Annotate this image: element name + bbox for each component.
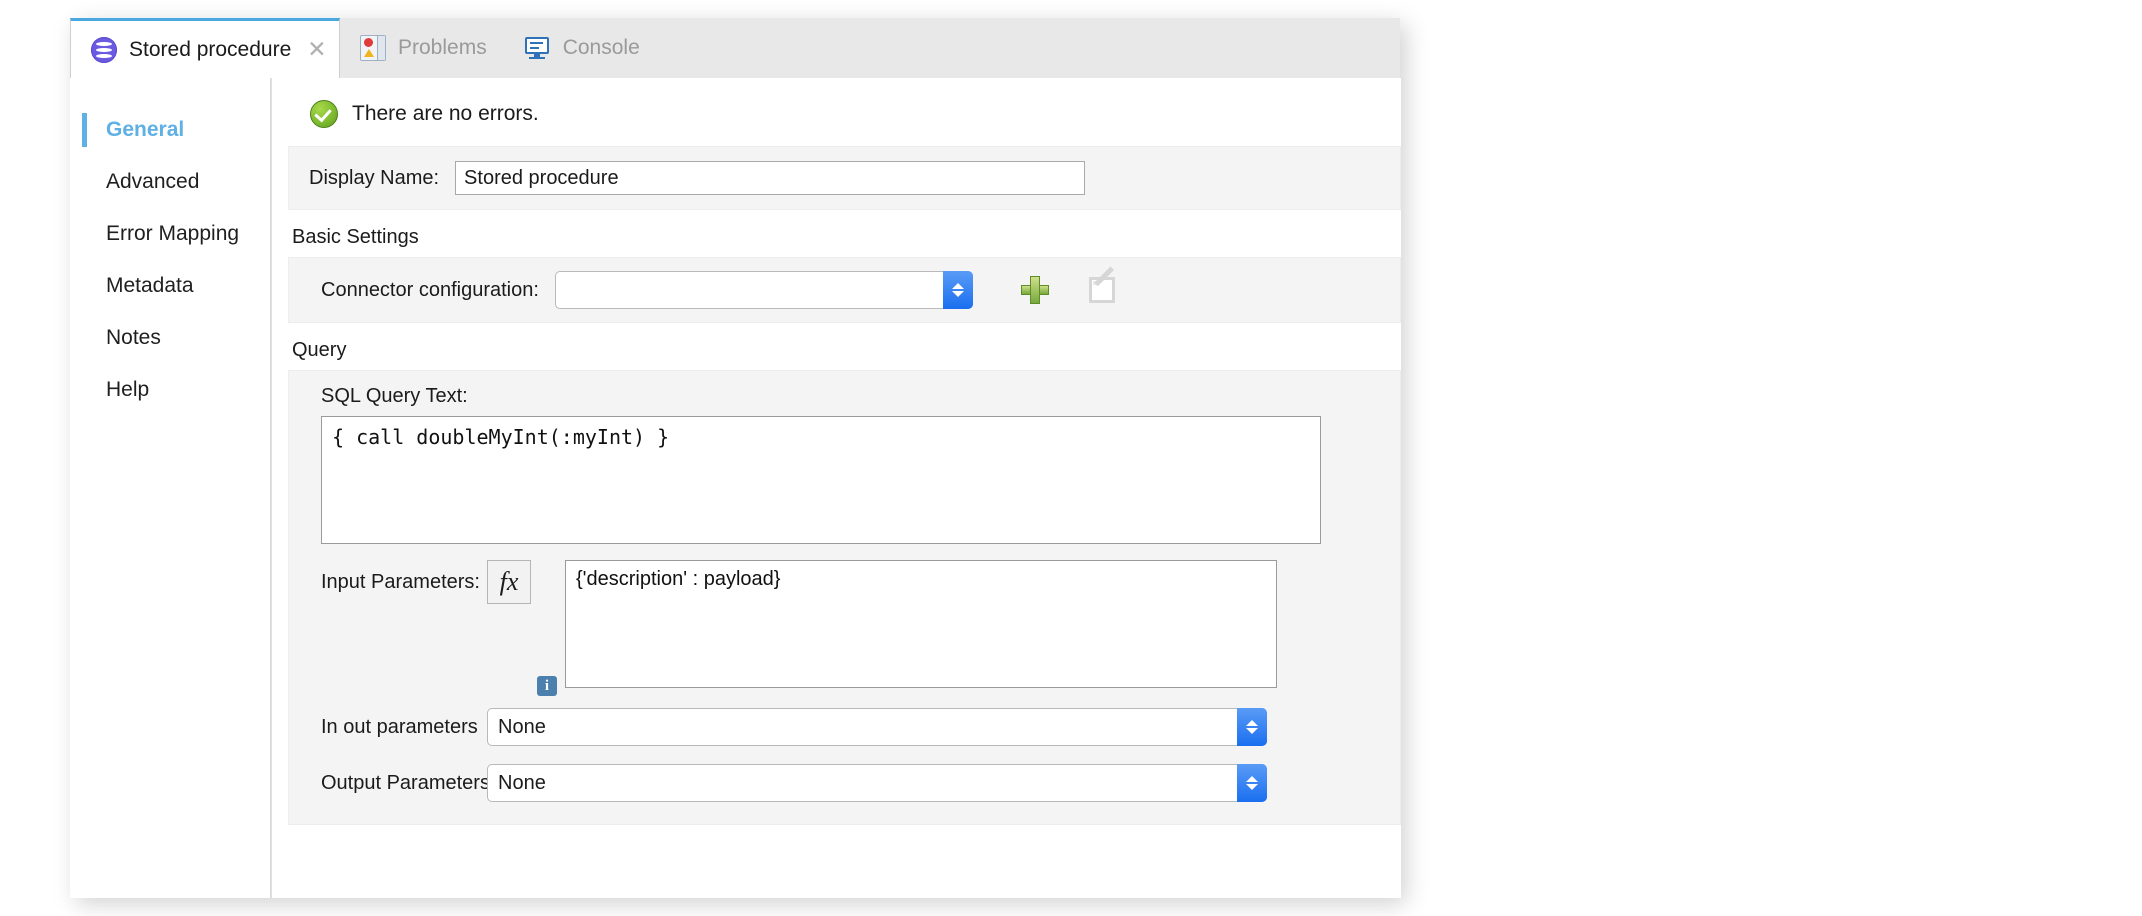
in-out-parameters-label: In out parameters	[321, 715, 478, 738]
sidebar-item-label: Error Mapping	[106, 222, 240, 245]
input-parameters-row: Input Parameters: fx i {'description' : …	[309, 560, 1380, 696]
tab-console[interactable]: Console	[505, 18, 658, 78]
output-parameters-row: Output Parameters None	[309, 764, 1380, 802]
general-panel: Display Name: Stored procedure	[288, 146, 1401, 210]
output-parameters-value: None	[498, 771, 546, 794]
tab-console-label: Console	[562, 36, 640, 59]
output-parameters-select[interactable]: None	[487, 764, 1267, 802]
sidebar-item-notes[interactable]: Notes	[70, 312, 270, 364]
window-body: General Advanced Error Mapping Metadata …	[70, 78, 1401, 898]
sidebar-item-metadata[interactable]: Metadata	[70, 260, 270, 312]
sidebar: General Advanced Error Mapping Metadata …	[70, 78, 271, 898]
sql-query-text-label: SQL Query Text:	[321, 385, 468, 407]
basic-settings-panel: Connector configuration:	[288, 257, 1401, 323]
tab-problems[interactable]: Problems	[340, 18, 505, 78]
edit-icon[interactable]	[1088, 266, 1115, 303]
tab-problems-label: Problems	[398, 36, 487, 59]
sql-query-text-area[interactable]: { call doubleMyInt(:myInt) }	[321, 416, 1321, 544]
connector-configuration-label: Connector configuration:	[321, 278, 539, 301]
tab-stored-procedure[interactable]: Stored procedure ✕	[70, 18, 340, 79]
console-icon	[524, 37, 551, 59]
screen-root: Stored procedure ✕ Problems Console Gene…	[0, 0, 2142, 916]
in-out-parameters-value: None	[498, 715, 546, 738]
query-title: Query	[292, 339, 347, 361]
chevron-updown-icon[interactable]	[942, 271, 973, 309]
display-name-input[interactable]: Stored procedure	[455, 161, 1086, 195]
in-out-parameters-select[interactable]: None	[487, 708, 1267, 746]
sidebar-item-label: Metadata	[106, 274, 194, 297]
query-panel: SQL Query Text: { call doubleMyInt(:myIn…	[288, 370, 1401, 825]
connector-configuration-select[interactable]	[554, 271, 973, 309]
input-parameters-label: Input Parameters:	[321, 571, 480, 593]
check-circle-icon	[310, 100, 338, 128]
output-parameters-label: Output Parameters	[321, 771, 490, 794]
sidebar-item-label: Advanced	[106, 170, 200, 193]
database-icon	[91, 36, 117, 63]
sidebar-item-label: Help	[106, 378, 150, 401]
expression-toggle-button[interactable]: fx	[487, 560, 531, 604]
sidebar-item-label: General	[106, 118, 185, 141]
content-panel: There are no errors. Display Name: Store…	[271, 78, 1401, 898]
sidebar-item-label: Notes	[106, 326, 161, 349]
info-icon[interactable]: i	[537, 676, 557, 696]
basic-settings-title: Basic Settings	[292, 226, 419, 248]
status-message: There are no errors.	[352, 102, 539, 125]
tab-stored-procedure-label: Stored procedure	[129, 37, 292, 61]
add-icon[interactable]	[1020, 276, 1049, 304]
problems-icon	[360, 35, 386, 61]
sidebar-item-help[interactable]: Help	[70, 364, 270, 416]
display-name-label: Display Name:	[309, 166, 440, 189]
chevron-updown-icon[interactable]	[1237, 708, 1267, 746]
tab-strip: Stored procedure ✕ Problems Console	[70, 18, 1400, 79]
status-row: There are no errors.	[272, 78, 1401, 146]
in-out-parameters-row: In out parameters None	[309, 708, 1380, 746]
close-icon[interactable]: ✕	[307, 38, 326, 61]
sidebar-item-advanced[interactable]: Advanced	[70, 156, 270, 208]
sidebar-item-error-mapping[interactable]: Error Mapping	[70, 208, 270, 260]
chevron-updown-icon[interactable]	[1237, 764, 1267, 802]
stored-procedure-window: Stored procedure ✕ Problems Console Gene…	[70, 18, 1401, 898]
input-parameters-input[interactable]: {'description' : payload}	[565, 560, 1277, 688]
sidebar-item-general[interactable]: General	[70, 104, 270, 156]
